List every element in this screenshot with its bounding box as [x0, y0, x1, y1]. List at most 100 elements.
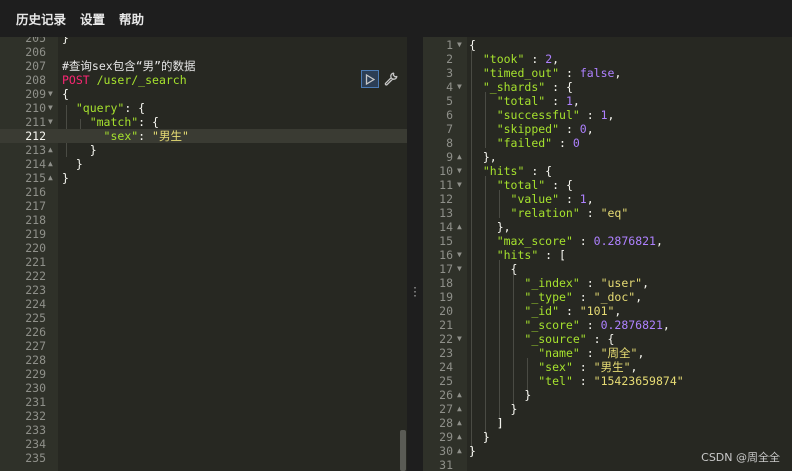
code-line[interactable]: 207 #查询sex包含“男”的数据 — [0, 59, 407, 73]
code-token: "failed" — [496, 136, 553, 150]
code-token: "101" — [579, 304, 615, 318]
fold-down-icon[interactable]: ▼ — [457, 178, 462, 192]
code-text: POST /user/_search — [62, 73, 187, 87]
code-line[interactable]: 230 — [0, 381, 407, 395]
line-number: 208 — [25, 73, 46, 87]
code-line[interactable]: 225 — [0, 311, 407, 325]
line-number: 13 — [439, 206, 453, 220]
code-text: } — [62, 157, 83, 171]
code-line[interactable]: 205} — [0, 37, 407, 45]
code-line[interactable]: 217 — [0, 199, 407, 213]
code-token: "value" — [510, 192, 560, 206]
code-token: : — [559, 122, 580, 136]
run-request-button[interactable] — [361, 70, 379, 88]
code-line[interactable]: 235 — [0, 451, 407, 465]
play-icon — [365, 73, 375, 85]
code-token: false — [579, 66, 615, 80]
code-line[interactable]: 234 — [0, 437, 407, 451]
fold-down-icon[interactable]: ▼ — [457, 248, 462, 262]
fold-up-icon[interactable]: ▲ — [48, 171, 53, 185]
code-line[interactable]: 222 — [0, 269, 407, 283]
code-line[interactable]: 218 — [0, 213, 407, 227]
menu-settings[interactable]: 设置 — [80, 9, 105, 28]
code-text: #查询sex包含“男”的数据 — [62, 59, 196, 73]
fold-down-icon[interactable]: ▼ — [457, 332, 462, 346]
code-line[interactable]: 219 — [0, 227, 407, 241]
code-line[interactable]: 206 — [0, 45, 407, 59]
line-number: 10 — [439, 164, 453, 178]
code-token: "timed_out" — [482, 66, 560, 80]
code-text: { — [469, 38, 476, 52]
code-text: } — [62, 143, 97, 157]
code-line[interactable]: 209 ▼ { — [0, 87, 407, 101]
code-token: : — [138, 129, 153, 143]
fold-down-icon[interactable]: ▼ — [457, 80, 462, 94]
code-text: "hits" : { — [469, 164, 552, 178]
watermark: CSDN @周全全 — [701, 451, 780, 464]
request-options-button[interactable] — [383, 70, 399, 88]
code-text: { — [469, 262, 518, 276]
code-line[interactable]: 220 — [0, 241, 407, 255]
fold-down-icon[interactable]: ▼ — [48, 115, 53, 129]
code-line[interactable]: 210 ▼ "query": { — [0, 101, 407, 115]
code-line[interactable]: 215 ▲} — [0, 171, 407, 185]
code-token: "total" — [496, 178, 546, 192]
code-token: , — [586, 122, 594, 136]
request-actions — [361, 70, 399, 88]
fold-up-icon[interactable]: ▲ — [457, 388, 462, 402]
code-text: "total" : { — [469, 178, 573, 192]
fold-up-icon[interactable]: ▲ — [48, 157, 53, 171]
fold-down-icon[interactable]: ▼ — [457, 262, 462, 276]
code-line[interactable]: 228 — [0, 353, 407, 367]
fold-up-icon[interactable]: ▲ — [457, 220, 462, 234]
code-token: : { — [545, 178, 573, 192]
fold-down-icon[interactable]: ▼ — [457, 38, 462, 52]
code-text: }, — [469, 220, 511, 234]
code-token: : { — [138, 115, 159, 129]
code-line[interactable]: 208 POST /user/_search — [0, 73, 407, 87]
code-token: "15423659874" — [593, 374, 684, 388]
line-number: 214 — [25, 157, 46, 171]
code-line[interactable]: 212 "sex": "男生" — [0, 129, 407, 143]
fold-up-icon[interactable]: ▲ — [457, 150, 462, 164]
code-line[interactable]: 216 — [0, 185, 407, 199]
menu-help[interactable]: 帮助 — [119, 9, 144, 28]
code-line[interactable]: 229 — [0, 367, 407, 381]
code-line[interactable]: 221 — [0, 255, 407, 269]
code-line[interactable]: 224 — [0, 297, 407, 311]
code-line[interactable]: 231 — [0, 395, 407, 409]
fold-up-icon[interactable]: ▲ — [48, 143, 53, 157]
menu-history[interactable]: 历史记录 — [16, 9, 66, 28]
line-number: 227 — [25, 339, 46, 353]
fold-down-icon[interactable]: ▼ — [48, 87, 53, 101]
code-line[interactable]: 223 — [0, 283, 407, 297]
line-number: 223 — [25, 283, 46, 297]
line-number: 231 — [25, 395, 46, 409]
fold-up-icon[interactable]: ▲ — [457, 402, 462, 416]
code-token: } — [469, 388, 532, 402]
request-scrollbar[interactable] — [400, 430, 406, 471]
code-token: "男生" — [593, 360, 631, 374]
code-line[interactable]: 211 ▼ "match": { — [0, 115, 407, 129]
wrench-icon — [384, 72, 398, 86]
code-line[interactable]: 232 — [0, 409, 407, 423]
code-token: , — [614, 304, 622, 318]
code-line[interactable]: 213 ▲ } — [0, 143, 407, 157]
code-token: 0.2876821 — [600, 318, 663, 332]
code-line[interactable]: 233 — [0, 423, 407, 437]
code-line[interactable]: 227 — [0, 339, 407, 353]
code-line: 23 "name" : "周全", — [423, 346, 792, 360]
code-line[interactable]: 226 — [0, 325, 407, 339]
fold-up-icon[interactable]: ▲ — [457, 444, 462, 458]
code-line[interactable]: 214 ▲ } — [0, 157, 407, 171]
fold-up-icon[interactable]: ▲ — [457, 430, 462, 444]
fold-up-icon[interactable]: ▲ — [457, 416, 462, 430]
code-token: { — [469, 38, 476, 52]
fold-down-icon[interactable]: ▼ — [457, 164, 462, 178]
line-number: 222 — [25, 269, 46, 283]
request-editor[interactable]: 205} 206 207 #查询sex包含“男”的数据 208 POST /user/_s… — [0, 37, 407, 471]
pane-splitter[interactable]: · · · — [407, 37, 423, 471]
code-text: } — [469, 430, 490, 444]
code-token: , — [655, 234, 663, 248]
fold-down-icon[interactable]: ▼ — [48, 101, 53, 115]
